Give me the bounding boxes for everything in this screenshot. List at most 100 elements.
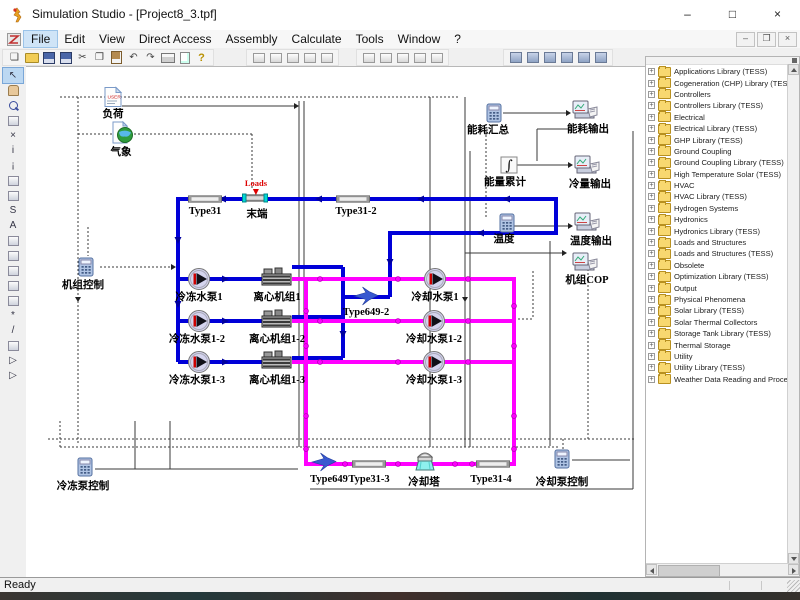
log-icon[interactable] [525, 51, 540, 64]
new-document-icon[interactable]: ❏ [7, 51, 22, 64]
pan-tool[interactable] [3, 83, 23, 98]
close-button[interactable]: × [755, 0, 800, 30]
expand-icon[interactable]: + [648, 159, 655, 166]
library-item[interactable]: +Electrical [648, 112, 787, 123]
expand-icon[interactable]: + [648, 342, 655, 349]
grid-tool[interactable] [3, 233, 23, 248]
library-item[interactable]: +Output [648, 282, 787, 293]
expand-icon[interactable]: + [648, 364, 655, 371]
expand-icon[interactable]: + [648, 228, 655, 235]
spline-tool[interactable]: S [3, 203, 23, 218]
landscape-icon[interactable] [429, 51, 444, 64]
library-item[interactable]: +Hydrogen Systems [648, 203, 787, 214]
building-icon[interactable] [542, 51, 557, 64]
sort-down-icon[interactable] [378, 51, 393, 64]
menu-tools[interactable]: Tools [349, 31, 391, 47]
node-cw-pump-2[interactable] [422, 309, 446, 333]
screen-capture-tool[interactable] [3, 113, 23, 128]
node-unit-cop-output[interactable] [572, 252, 598, 274]
menu-window[interactable]: Window [391, 31, 448, 47]
expand-icon[interactable]: + [648, 205, 655, 212]
expand-icon[interactable]: + [648, 114, 655, 121]
expand-icon[interactable]: + [648, 330, 655, 337]
node-load-file[interactable]: USER [104, 87, 122, 108]
node-chw-pump-control[interactable] [78, 458, 93, 477]
output-manager-icon[interactable] [508, 51, 523, 64]
print-region-tool[interactable] [3, 278, 23, 293]
maximize-button[interactable]: □ [710, 0, 755, 30]
scroll-left-icon[interactable] [646, 564, 657, 575]
align-horizontal-icon[interactable] [285, 51, 300, 64]
select-tool[interactable]: ↖ [3, 68, 23, 83]
redo-icon[interactable]: ↷ [143, 51, 158, 64]
copy-icon[interactable]: ❐ [92, 51, 107, 64]
expand-icon[interactable]: + [648, 273, 655, 280]
library-item[interactable]: +Hydronics [648, 214, 787, 225]
library-item[interactable]: +Ground Coupling [648, 146, 787, 157]
scroll-up-icon[interactable] [788, 64, 799, 75]
node-type31[interactable] [188, 194, 222, 204]
node-chiller-2[interactable] [261, 309, 293, 329]
assembly-tree-icon[interactable] [361, 51, 376, 64]
node-energy-sum[interactable] [487, 104, 502, 123]
help-icon[interactable]: ? [194, 51, 209, 64]
menu-view[interactable]: View [92, 31, 132, 47]
trace-icon[interactable] [412, 51, 427, 64]
node-type31-2[interactable] [336, 194, 370, 204]
minimize-button[interactable]: – [665, 0, 710, 30]
menu-edit[interactable]: Edit [57, 31, 92, 47]
expand-icon[interactable]: + [648, 68, 655, 75]
library-item[interactable]: +Electrical Library (TESS) [648, 123, 787, 134]
node-energy-output[interactable] [572, 100, 598, 122]
gear-tool[interactable]: * [3, 308, 23, 323]
expand-icon[interactable]: + [648, 102, 655, 109]
library-item[interactable]: +Applications Library (TESS) [648, 66, 787, 77]
library-item[interactable]: +Loads and Structures (TESS) [648, 248, 787, 259]
node-chiller-3[interactable] [261, 350, 293, 370]
library-item[interactable]: +Obsolete [648, 260, 787, 271]
paste-icon[interactable] [109, 51, 124, 64]
menu-file[interactable]: File [24, 31, 57, 47]
node-chiller-1[interactable] [261, 267, 293, 287]
node-temperature-calc[interactable] [500, 214, 515, 233]
wrench-tool[interactable] [3, 173, 23, 188]
tree-horizontal-scrollbar[interactable] [646, 563, 799, 576]
expand-icon[interactable]: + [648, 171, 655, 178]
expand-icon[interactable]: + [648, 148, 655, 155]
text-tool[interactable]: A [3, 218, 23, 233]
library-item[interactable]: +Hydronics Library (TESS) [648, 225, 787, 236]
node-chw-pump-3[interactable] [187, 350, 211, 374]
expand-icon[interactable]: + [648, 250, 655, 257]
node-type649-2[interactable] [353, 286, 379, 306]
expand-icon[interactable]: + [648, 80, 655, 87]
link-tool[interactable]: ¡ [3, 158, 23, 173]
library-item[interactable]: +Loads and Structures [648, 237, 787, 248]
library-item[interactable]: +Weather Data Reading and Process [648, 374, 787, 385]
print-icon[interactable] [160, 51, 175, 64]
expand-icon[interactable]: + [648, 125, 655, 132]
panel-close-icon[interactable] [792, 58, 797, 63]
info-tool[interactable]: i [3, 143, 23, 158]
open-folder-icon[interactable] [24, 51, 39, 64]
library-item[interactable]: +Optimization Library (TESS) [648, 271, 787, 282]
expand-icon[interactable]: + [648, 182, 655, 189]
run-tool[interactable] [3, 338, 23, 353]
node-weather-file[interactable] [112, 121, 134, 145]
node-type31-4[interactable] [476, 459, 510, 469]
expand-icon[interactable]: + [648, 353, 655, 360]
expand-icon[interactable]: + [648, 285, 655, 292]
library-item[interactable]: +HVAC [648, 180, 787, 191]
save-all-icon[interactable] [58, 51, 73, 64]
library-item[interactable]: +Ground Coupling Library (TESS) [648, 157, 787, 168]
node-unit-control[interactable] [79, 258, 94, 277]
library-item[interactable]: +Solar Thermal Collectors [648, 317, 787, 328]
library-item[interactable]: +Physical Phenomena [648, 294, 787, 305]
library-item[interactable]: +Controllers [648, 89, 787, 100]
expand-icon[interactable]: + [648, 91, 655, 98]
layers-tool[interactable] [3, 263, 23, 278]
cut-links-icon[interactable] [268, 51, 283, 64]
expand-icon[interactable]: + [648, 319, 655, 326]
expand-icon[interactable]: + [648, 376, 655, 383]
cut-icon[interactable]: ✂ [75, 51, 90, 64]
node-cw-pump-1[interactable] [423, 267, 447, 291]
